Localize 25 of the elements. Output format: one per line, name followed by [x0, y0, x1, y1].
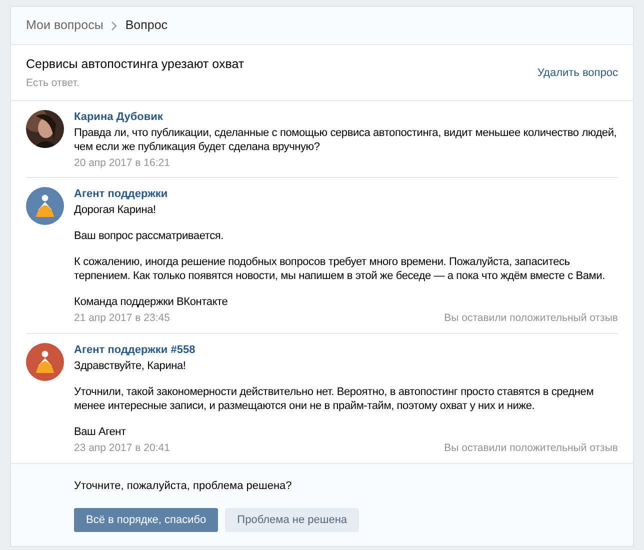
delete-question-link[interactable]: Удалить вопрос: [537, 65, 618, 82]
question-status: Есть ответ.: [26, 76, 80, 91]
feedback-status: Вы оставили положительный отзыв: [444, 311, 618, 326]
message-date: 20 апр 2017 в 16:21: [74, 156, 170, 170]
message-date: 21 апр 2017 в 23:45: [74, 311, 170, 326]
message-text: Ваш вопрос рассматривается.: [74, 229, 225, 244]
message-text: Здравствуйте, Карина!: [74, 359, 187, 373]
resolution-prompt: Уточните, пожалуйста, проблема решена?: [74, 478, 293, 494]
breadcrumb-link[interactable]: Мои вопросы: [26, 16, 104, 35]
feedback-status: Вы оставили положительный отзыв: [444, 441, 618, 456]
breadcrumb-link[interactable]: Вопрос: [125, 16, 168, 35]
chevron-right-icon: [111, 20, 118, 30]
message-text: Правда ли, что публикации, сделанные с помощью сервиса автопостинга, видит меньшее количество людей, чем если же публикация будет сделана вручную?: [74, 126, 618, 154]
author-name[interactable]: Карина Дубовик: [74, 110, 618, 124]
reject-button[interactable]: Проблема не решена: [225, 508, 360, 532]
author-name[interactable]: Агент поддержки: [74, 187, 618, 202]
question-title: Сервисы автопостинга урезают охват: [26, 56, 244, 73]
message-text: Дорогая Карина!: [74, 203, 157, 218]
message-date: 23 апр 2017 в 20:41: [74, 441, 170, 456]
confirm-button[interactable]: Всё в порядке, спасибо: [74, 508, 218, 532]
message-text: Ваш Агент: [74, 425, 127, 439]
author-name[interactable]: Агент поддержки #558: [74, 343, 618, 357]
message-text: Команда поддержки ВКонтакте: [74, 295, 229, 310]
message-text: Уточнили, такой закономерности действительно нет. Вероятно, в автопостинг просто ставятся в среднем менее интересные записи, и размещаются они не в прайм-тайм, поэтому охват у них и ниже.: [74, 385, 595, 413]
message-text: К сожалению, иногда решение подобных вопросов требует много времени. Пожалуйста, запаситесь терпением. Как только появятся новости, мы напишем в этой же беседе — а пока что ждём вместе с Вами.: [74, 255, 606, 284]
